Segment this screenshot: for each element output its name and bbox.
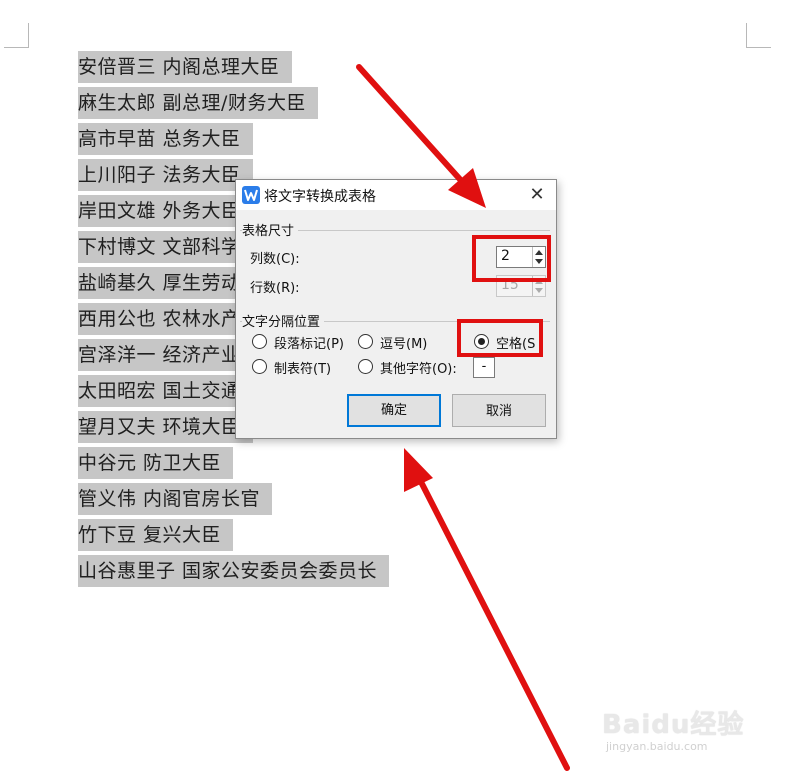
arrow-annotation	[404, 448, 570, 771]
arrow-annotation	[356, 64, 486, 208]
annotation-arrows	[356, 64, 570, 771]
document-page: 安倍晋三 内阁总理大臣 麻生太郎 副总理/财务大臣 高市早苗 总务大臣 上川阳子…	[0, 0, 790, 778]
watermark-brand: Baidu经验	[602, 710, 745, 740]
watermark-url: jingyan.baidu.com	[606, 740, 708, 753]
